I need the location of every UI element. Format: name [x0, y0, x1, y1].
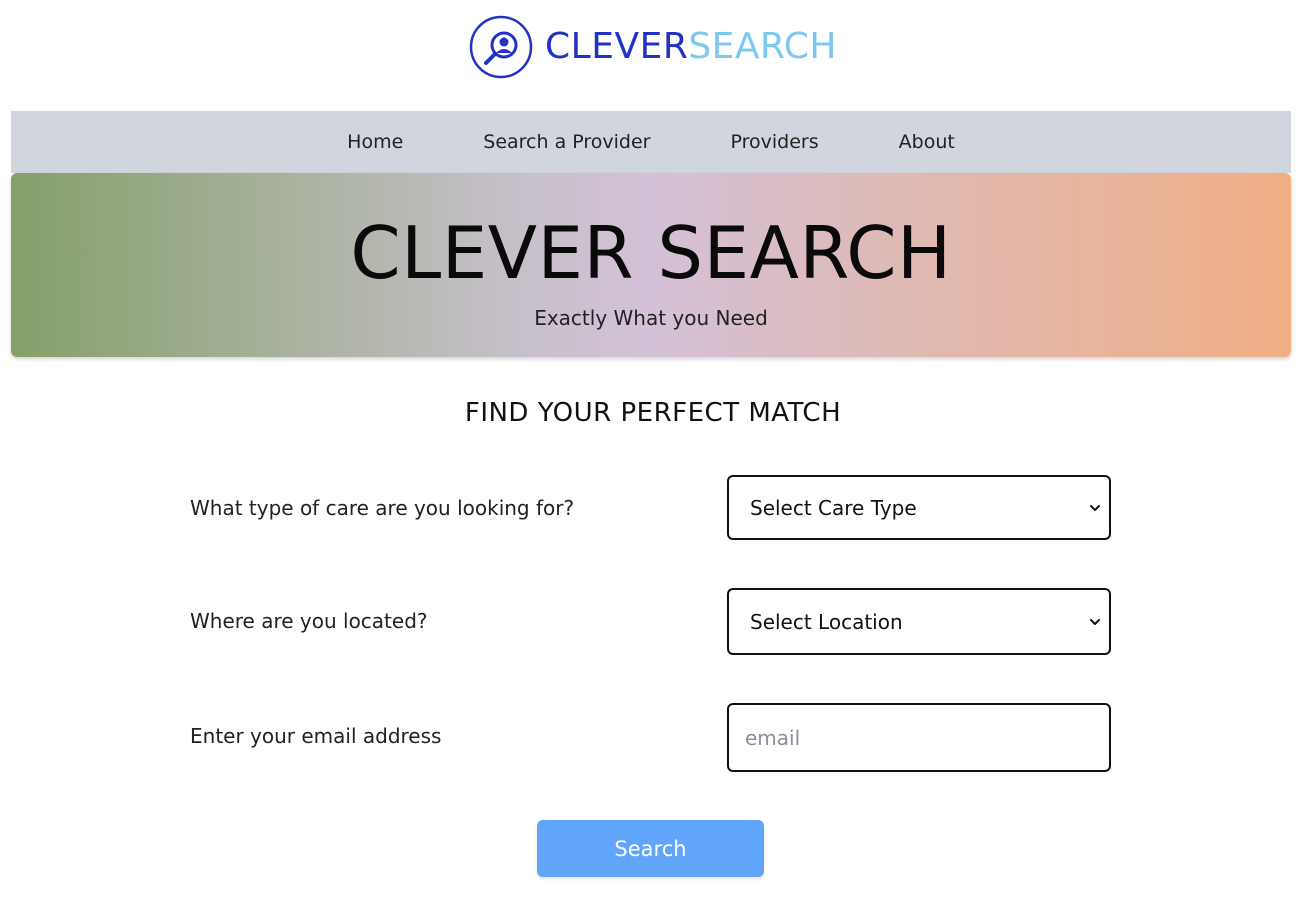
search-button[interactable]: Search: [537, 820, 764, 877]
email-label: Enter your email address: [190, 724, 442, 748]
brand-name: CLEVERSEARCH: [545, 29, 837, 65]
hero-title: CLEVER SEARCH: [350, 211, 952, 295]
care-type-select[interactable]: Select Care Type: [727, 475, 1111, 540]
nav-search-provider[interactable]: Search a Provider: [483, 131, 650, 153]
care-type-selected: Select Care Type: [750, 495, 917, 520]
magnifier-person-icon: [469, 15, 533, 79]
hero-banner: CLEVER SEARCH Exactly What you Need: [11, 173, 1291, 357]
location-selected: Select Location: [750, 609, 903, 634]
nav-home[interactable]: Home: [347, 131, 403, 153]
main-nav: Home Search a Provider Providers About: [11, 111, 1291, 173]
care-type-label: What type of care are you looking for?: [190, 496, 575, 520]
site-logo[interactable]: CLEVERSEARCH: [0, 14, 1306, 80]
brand-name-part2: SEARCH: [688, 26, 837, 67]
email-field[interactable]: [727, 703, 1111, 772]
location-select[interactable]: Select Location: [727, 588, 1111, 655]
location-label: Where are you located?: [190, 609, 428, 633]
nav-about[interactable]: About: [899, 131, 955, 153]
hero-subtitle: Exactly What you Need: [534, 306, 768, 330]
chevron-down-icon: [1090, 504, 1100, 511]
nav-providers[interactable]: Providers: [731, 131, 819, 153]
form-heading: FIND YOUR PERFECT MATCH: [464, 398, 842, 428]
chevron-down-icon: [1090, 618, 1100, 625]
brand-name-part1: CLEVER: [545, 26, 689, 67]
